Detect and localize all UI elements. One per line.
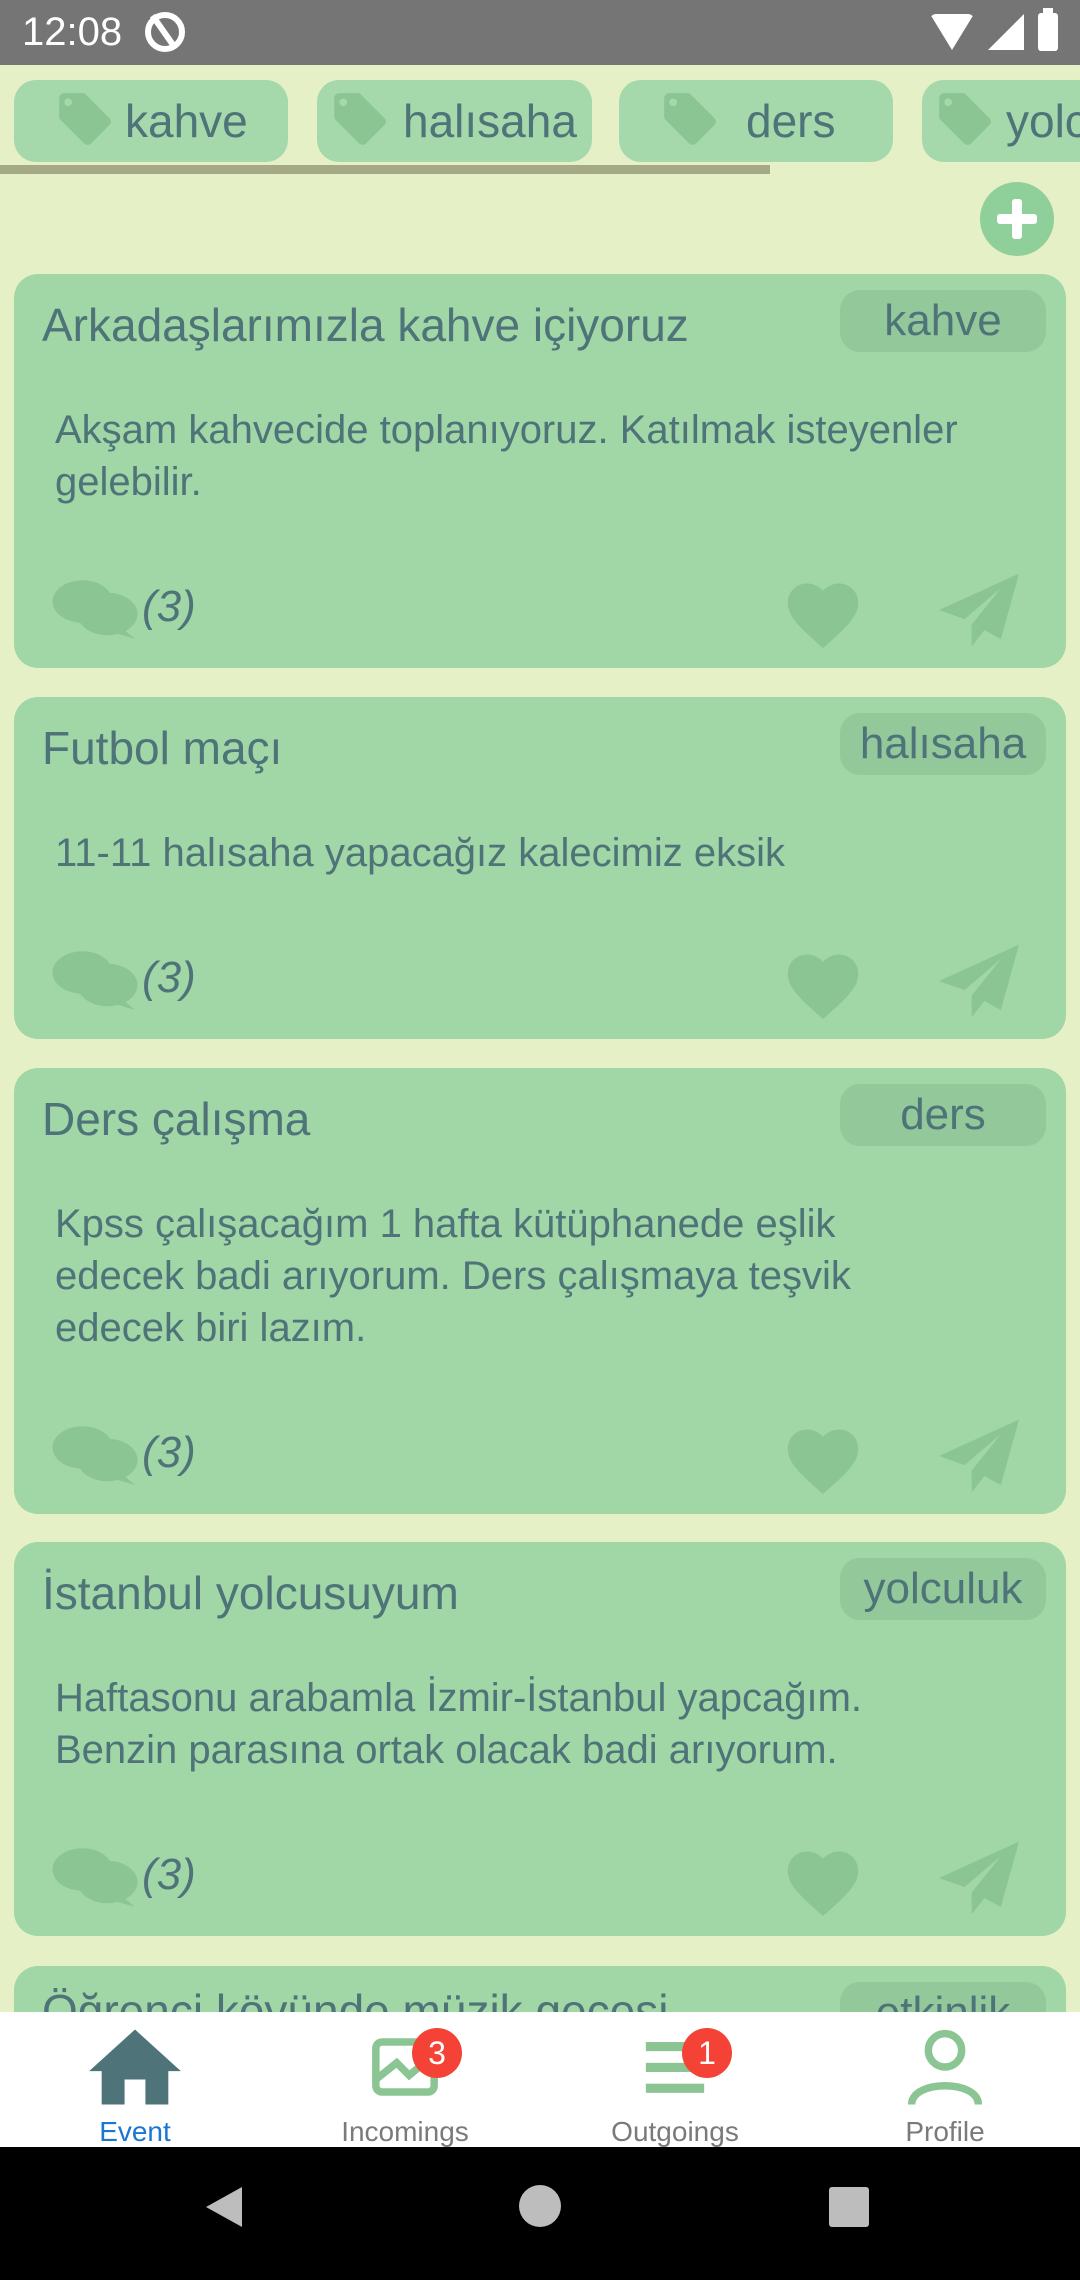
event-tag[interactable]: halısaha [840,713,1046,775]
nav-outgoings[interactable]: 1 Outgoings [540,2012,810,2147]
send-icon[interactable] [934,1416,1024,1496]
event-card[interactable]: Arkadaşlarımızla kahve içiyoruz kahve Ak… [14,274,1066,668]
comment-count: (3) [142,582,196,631]
comment-count: (3) [142,1850,196,1899]
event-description: 11-11 halısaha yapacağız kalecimiz eksik [55,831,785,875]
nav-label: Incomings [341,2116,469,2147]
heart-icon[interactable] [780,1842,866,1916]
tag-chip-label: halısaha [403,95,577,147]
nav-profile[interactable]: Profile [810,2012,1080,2147]
event-description: Kpss çalışacağım 1 hafta kütüphanede eşl… [55,1202,851,1350]
tag-chip-label: kahve [125,95,248,147]
event-card[interactable]: Futbol maçı halısaha 11-11 halısaha yapa… [14,697,1066,1039]
tag-icon [664,93,716,145]
back-icon[interactable] [206,2187,242,2227]
incomings-badge: 3 [412,2028,462,2078]
event-title: Arkadaşlarımızla kahve içiyoruz [42,299,689,351]
event-tag[interactable]: ders [840,1084,1046,1146]
tag-icon [334,93,386,145]
send-icon[interactable] [934,941,1024,1021]
heart-icon[interactable] [780,574,866,648]
tag-chip-halisaha[interactable]: halısaha [317,80,592,162]
system-navigation-bar [0,2147,1080,2280]
nav-event[interactable]: Event [0,2012,270,2147]
comment-icon[interactable] [50,576,140,642]
wifi-icon [930,14,974,50]
comment-count: (3) [142,953,196,1002]
send-icon[interactable] [934,570,1024,650]
comment-icon[interactable] [50,947,140,1013]
tag-chip-kahve[interactable]: kahve [14,80,288,162]
person-icon [907,2029,983,2106]
nav-label: Profile [905,2116,985,2147]
tag-icon [939,93,991,145]
tag-filter-row[interactable]: kahve halısaha ders yolc [0,80,1080,162]
nav-label: Event [99,2116,171,2147]
event-title: İstanbul yolcusuyum [42,1567,459,1619]
event-tag[interactable]: kahve [840,290,1046,352]
event-card[interactable]: Ders çalışma ders Kpss çalışacağım 1 haf… [14,1068,1066,1514]
bottom-navigation: Event 3 Incomings 1 Outgoings Profile [0,2012,1080,2147]
nav-label: Outgoings [611,2116,739,2147]
tag-chip-yolculuk[interactable]: yolc [922,80,1080,162]
event-description: Akşam kahvecide toplanıyoruz. Katılmak i… [55,408,958,504]
tag-chip-ders[interactable]: ders [619,80,893,162]
nav-incomings[interactable]: 3 Incomings [270,2012,540,2147]
event-title: Futbol maçı [42,722,283,774]
event-card[interactable]: İstanbul yolcusuyum yolculuk Haftasonu a… [14,1542,1066,1936]
event-footer: (3) [14,941,1066,1019]
battery-icon [1038,8,1058,51]
comment-count: (3) [142,1428,196,1477]
status-time: 12:08 [22,10,123,54]
event-footer: (3) [14,1416,1066,1494]
event-footer: (3) [14,1838,1066,1916]
outgoings-badge: 1 [682,2028,732,2078]
home-icon [89,2029,181,2105]
heart-icon[interactable] [780,1420,866,1494]
heart-icon[interactable] [780,945,866,1019]
recents-icon[interactable] [829,2187,869,2227]
tag-scroll-indicator [0,165,770,174]
signal-icon [988,14,1024,50]
home-circle-icon[interactable] [519,2185,561,2227]
event-tag[interactable]: yolculuk [840,1558,1046,1620]
tag-chip-label: yolc [1006,95,1080,147]
status-icons [930,8,1058,51]
comment-icon[interactable] [50,1422,140,1488]
tag-chip-label: ders [746,95,836,147]
event-footer: (3) [14,570,1066,648]
comment-icon[interactable] [50,1844,140,1910]
tag-icon [59,93,111,145]
event-description: Haftasonu arabamla İzmir-İstanbul yapcağ… [55,1676,863,1772]
add-event-button[interactable] [980,182,1054,256]
send-icon[interactable] [934,1838,1024,1918]
event-title: Ders çalışma [42,1093,311,1145]
status-bar: 12:08 [0,0,1080,65]
at-sign-icon [145,12,185,52]
